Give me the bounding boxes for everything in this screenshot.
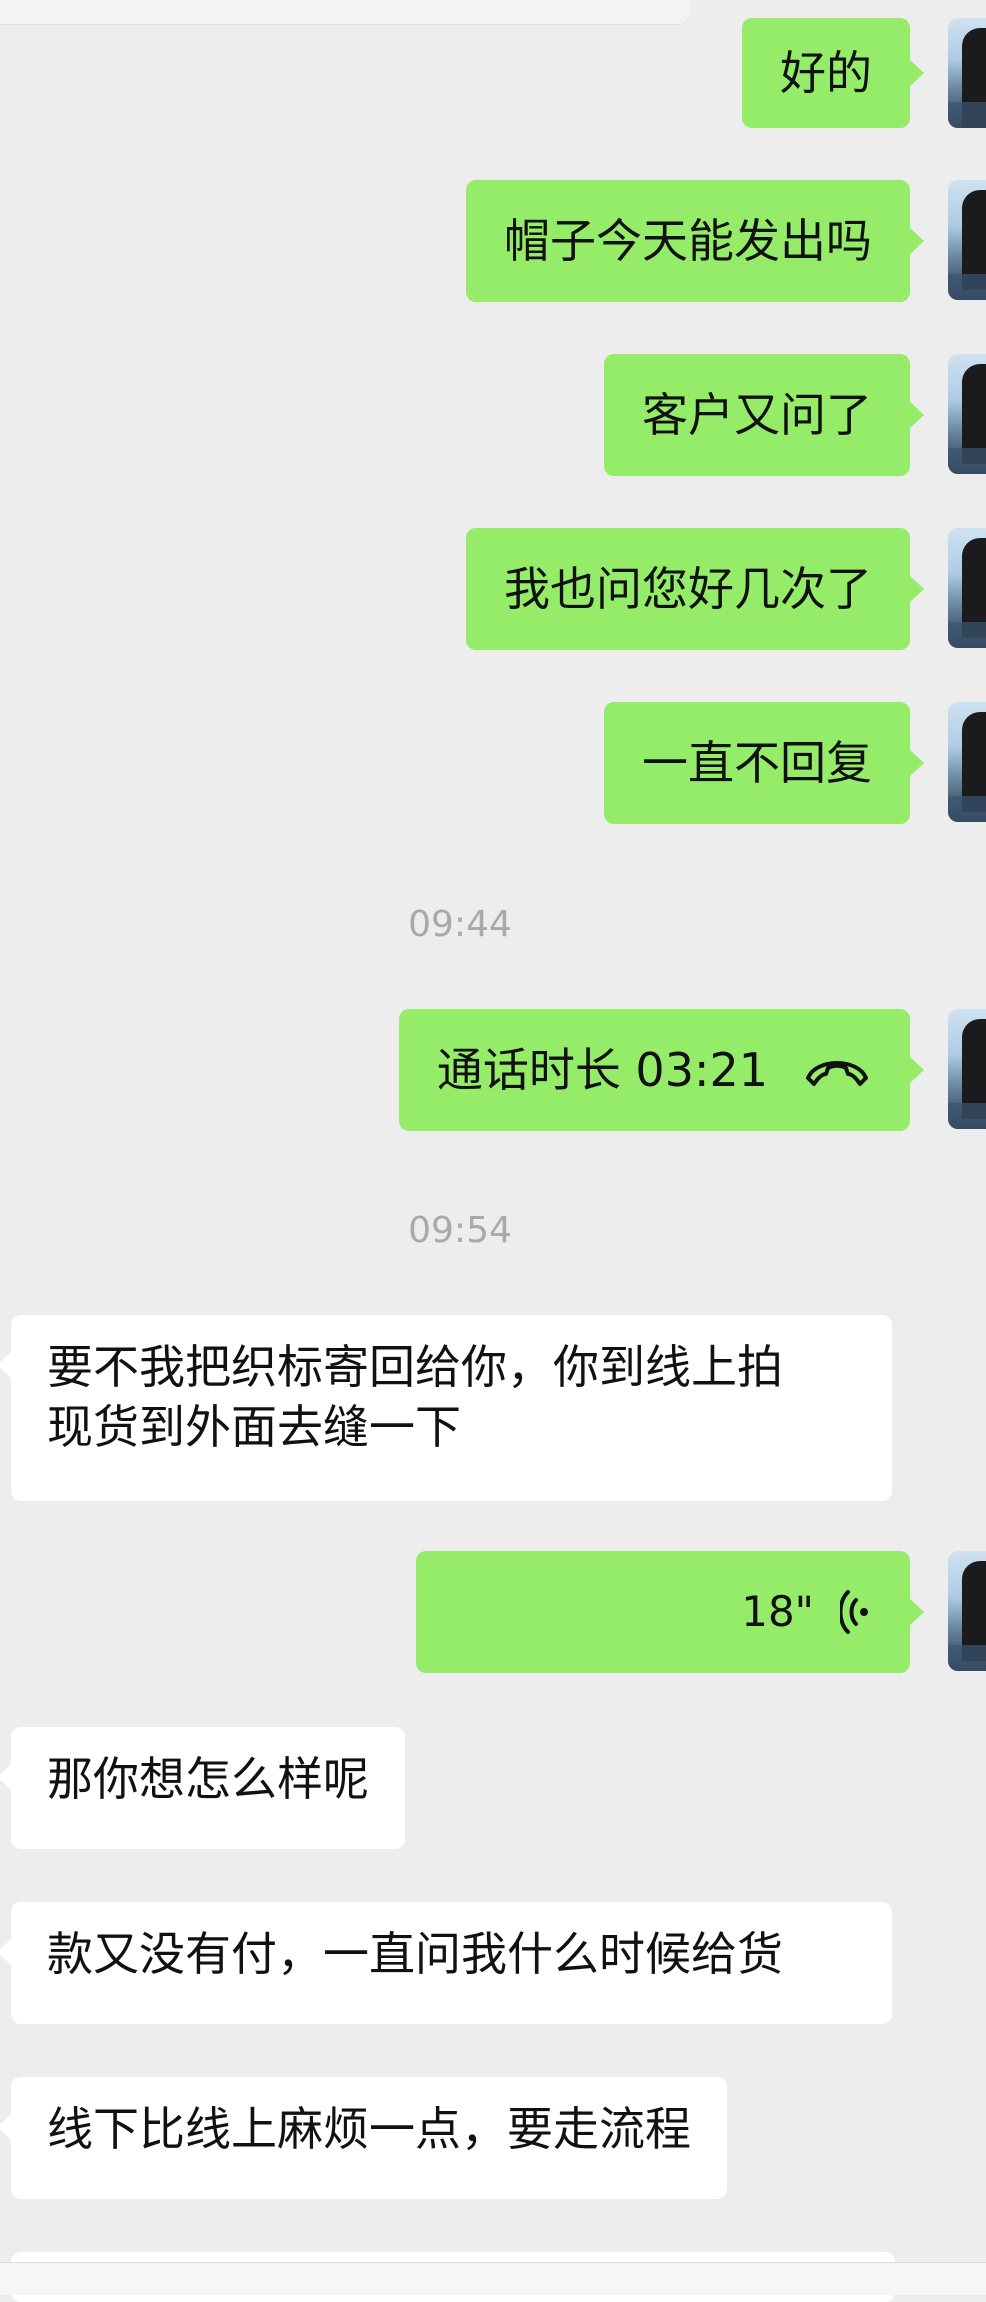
call-record-bubble[interactable]: 通话时长 03:21: [398, 1009, 925, 1131]
message-text-line: 要不我把织标寄回给你，你到线上拍: [47, 1340, 783, 1394]
voice-wave-icon: [840, 1590, 868, 1634]
voice-message-bubble[interactable]: 18": [416, 1551, 924, 1673]
message-text: 好的: [780, 46, 872, 100]
message-text: 我也问您好几次了: [504, 562, 872, 616]
my-avatar[interactable]: [948, 180, 986, 300]
my-avatar[interactable]: [948, 702, 986, 822]
outgoing-message-bubble[interactable]: 客户又问了: [604, 354, 924, 476]
incoming-message-bubble[interactable]: 款又没有付，一直问我什么时候给货: [0, 1902, 892, 2024]
incoming-message-bubble[interactable]: 那你想怎么样呢: [0, 1727, 405, 1849]
my-avatar[interactable]: [948, 354, 986, 474]
call-duration-label: 通话时长 03:21: [436, 1043, 768, 1097]
timestamp: 09:54: [408, 1210, 512, 1251]
my-avatar[interactable]: [948, 1009, 986, 1129]
outgoing-message-bubble[interactable]: 我也问您好几次了: [466, 528, 924, 650]
input-bar-edge: [0, 2262, 986, 2295]
message-text: 款又没有付，一直问我什么时候给货: [47, 1927, 783, 1981]
my-avatar[interactable]: [948, 1551, 986, 1671]
message-text: 那你想怎么样呢: [47, 1752, 369, 1806]
message-text: 帽子今天能发出吗: [504, 214, 872, 268]
outgoing-message-bubble[interactable]: 好的: [742, 18, 924, 128]
message-text-line: 现货到外面去缝一下: [47, 1400, 461, 1454]
phone-hangup-icon: [806, 1061, 868, 1086]
message-text: 线下比线上麻烦一点，要走流程: [47, 2102, 691, 2156]
my-avatar[interactable]: [948, 528, 986, 648]
incoming-message-bubble[interactable]: 要不我把织标寄回给你，你到线上拍 现货到外面去缝一下: [0, 1315, 892, 1501]
voice-duration: 18": [741, 1587, 814, 1636]
incoming-message-bubble[interactable]: 线下比线上麻烦一点，要走流程: [0, 2077, 727, 2199]
outgoing-message-bubble[interactable]: 帽子今天能发出吗: [466, 180, 924, 302]
timestamp: 09:44: [408, 904, 512, 945]
my-avatar[interactable]: [948, 18, 986, 128]
previous-message-edge: [0, 0, 690, 25]
outgoing-message-bubble[interactable]: 一直不回复: [604, 702, 924, 824]
message-text: 一直不回复: [642, 736, 872, 790]
message-text: 客户又问了: [642, 388, 872, 442]
